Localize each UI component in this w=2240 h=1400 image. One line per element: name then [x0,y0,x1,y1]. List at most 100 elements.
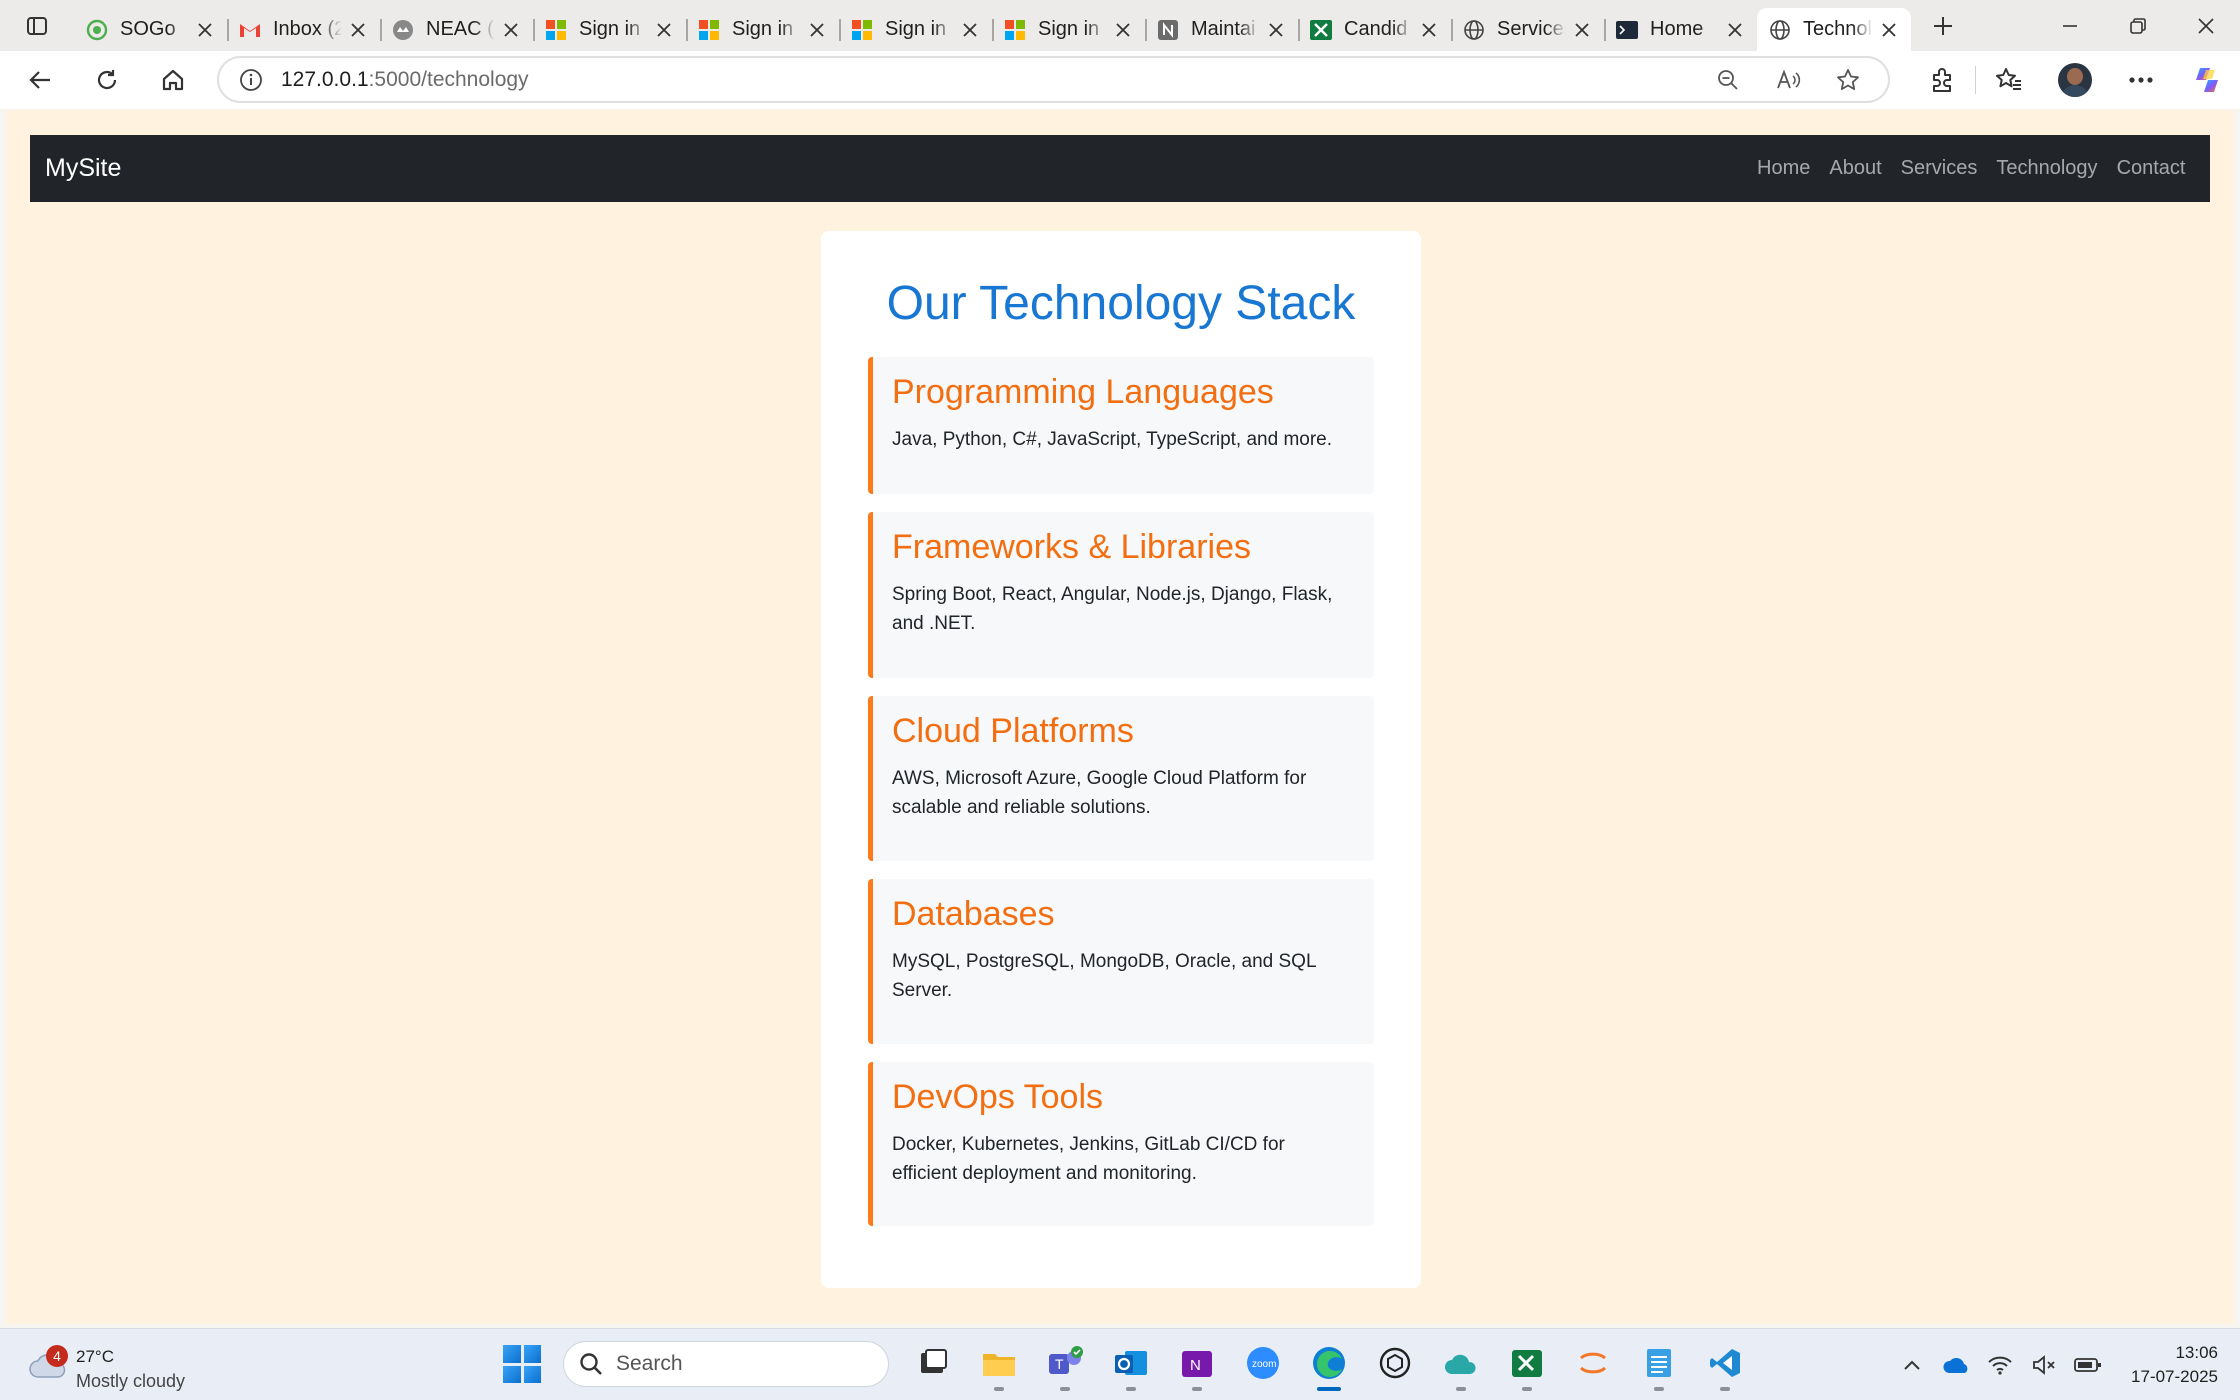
taskbar-app-chatgpt[interactable] [1362,1339,1428,1391]
taskbar-app-cloud-app[interactable] [1428,1339,1494,1391]
settings-more-button[interactable] [2108,51,2174,109]
tab-close-icon[interactable] [1419,20,1439,40]
tab-close-icon[interactable] [1725,20,1745,40]
taskbar-app-notepad[interactable] [1626,1339,1692,1391]
clock[interactable]: 13:06 17-07-2025 [2110,1341,2240,1389]
weather-widget[interactable]: 4 27°C Mostly cloudy [24,1339,224,1391]
nav-link-services[interactable]: Services [1891,157,1987,180]
taskbar-app-onenote[interactable]: N [1164,1339,1230,1391]
taskbar-app-outlook[interactable] [1098,1339,1164,1391]
tab-title: Maintai [1191,18,1256,40]
windows-taskbar: 4 27°C Mostly cloudy Search T Nzoom 13:06… [0,1328,2240,1400]
browser-tab[interactable]: SOGo [74,8,227,51]
nav-link-technology[interactable]: Technology [1987,157,2107,180]
chevron-up-icon [1904,1360,1920,1370]
tab-title: Candid [1344,18,1408,40]
copilot-button[interactable] [2174,51,2240,109]
tab-actions-icon [27,16,47,35]
weather-temperature: 27°C [76,1347,114,1366]
notepad-icon [1643,1345,1675,1386]
tab-close-icon[interactable] [960,20,980,40]
tab-close-icon[interactable] [654,20,674,40]
microsoft-icon [698,19,720,41]
gmail-icon [239,19,261,41]
globe-icon [1463,19,1485,41]
taskbar-app-vscode[interactable] [1692,1339,1758,1391]
clock-date: 17-07-2025 [2131,1367,2218,1386]
wifi-button[interactable] [1978,1354,2022,1376]
tab-close-icon[interactable] [195,20,215,40]
taskbar-app-file-explorer[interactable] [966,1339,1032,1391]
nav-link-home[interactable]: Home [1748,157,1820,180]
svg-text:T: T [1055,1356,1064,1372]
section-text: Java, Python, C#, JavaScript, TypeScript… [892,429,1333,450]
taskbar-apps: T Nzoom [900,1339,1758,1391]
browser-tab[interactable]: Sign in [992,8,1145,51]
tab-title: Sign in [885,18,947,40]
back-button[interactable] [17,56,65,104]
tab-close-icon[interactable] [501,20,521,40]
new-tab-button[interactable] [1911,0,1975,51]
taskbar-app-task-view[interactable] [900,1339,966,1391]
browser-tab[interactable]: Sign in [533,8,686,51]
excel-icon [1310,19,1332,41]
tab-close-icon[interactable] [1266,20,1286,40]
tab-actions-button[interactable] [0,0,74,51]
close-window-button[interactable] [2172,0,2240,51]
profile-button[interactable] [2042,51,2108,109]
browser-tab[interactable]: Candid [1298,8,1451,51]
notion-icon [1157,19,1179,41]
url-host: 127.0.0.1 [281,67,369,91]
tab-list: SOGo Inbox (2 NEAC (I Sign in Sign in Sign in… [74,0,1911,51]
refresh-button[interactable] [83,56,131,104]
site-brand[interactable]: MySite [45,154,121,183]
tab-close-icon[interactable] [1113,20,1133,40]
taskbar-app-edge[interactable] [1296,1339,1362,1391]
running-indicator [1060,1387,1070,1391]
sogo-icon [86,19,108,41]
read-aloud-button[interactable] [1758,68,1818,92]
show-hidden-icons-button[interactable] [1890,1359,1934,1371]
url-path: :5000/technology [368,67,529,91]
battery-button[interactable] [2066,1357,2110,1373]
outlook-icon [1113,1347,1149,1384]
section-heading: Programming Languages [892,373,1274,411]
volume-button[interactable] [2022,1354,2066,1376]
browser-tab[interactable]: Maintai [1145,8,1298,51]
browser-tab[interactable]: Sign in [839,8,992,51]
taskbar-search[interactable]: Search [563,1341,889,1387]
nav-link-about[interactable]: About [1820,157,1891,180]
browser-tab[interactable]: Technol [1757,8,1911,51]
browser-tab[interactable]: Inbox (2 [227,8,380,51]
taskbar-app-zoom[interactable]: zoom [1230,1339,1296,1391]
browser-tab[interactable]: NEAC (I [380,8,533,51]
restore-button[interactable] [2104,0,2172,51]
url-text[interactable]: 127.0.0.1:5000/technology [281,68,529,92]
tab-close-icon[interactable] [807,20,827,40]
browser-tab[interactable]: Services [1451,8,1604,51]
taskbar-app-excel[interactable] [1494,1339,1560,1391]
home-button[interactable] [149,56,197,104]
taskbar-app-teams[interactable]: T [1032,1339,1098,1391]
favorites-button[interactable] [1976,51,2042,109]
address-bar-actions [1698,58,1878,101]
browser-tab[interactable]: Home [1604,8,1757,51]
favorite-star-button[interactable] [1818,67,1878,93]
star-icon [1837,68,1859,90]
browser-tab[interactable]: Sign in [686,8,839,51]
taskbar-app-jupyter[interactable] [1560,1339,1626,1391]
tab-close-icon[interactable] [348,20,368,40]
extensions-button[interactable] [1909,51,1975,109]
zoom-out-button[interactable] [1698,68,1758,92]
tab-close-icon[interactable] [1572,20,1592,40]
tab-close-icon[interactable] [1879,20,1899,40]
onedrive-button[interactable] [1934,1356,1978,1374]
address-bar[interactable]: 127.0.0.1:5000/technology [217,56,1890,103]
minimize-button[interactable] [2036,0,2104,51]
start-button[interactable] [503,1345,541,1383]
search-icon [580,1353,602,1375]
nav-link-contact[interactable]: Contact [2107,157,2195,180]
site-info-icon[interactable] [239,68,263,92]
section-text: Docker, Kubernetes, Jenkins, GitLab CI/C… [892,1134,1285,1184]
teams-icon: T [1047,1345,1083,1385]
